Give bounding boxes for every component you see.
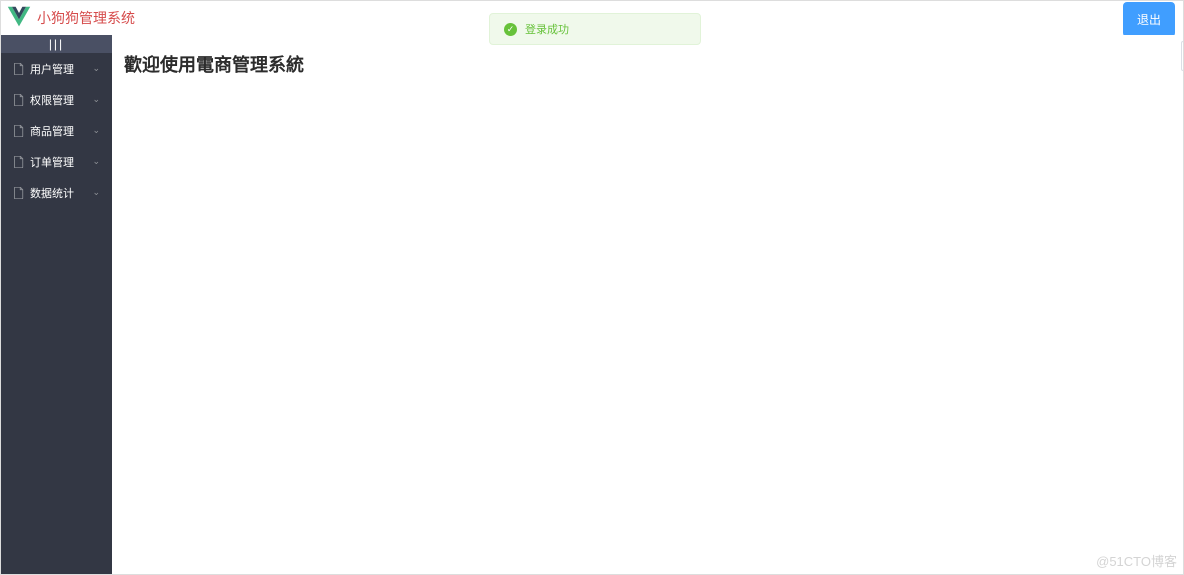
sidebar-item-permission[interactable]: 权限管理 ⌄ (1, 84, 112, 115)
chevron-down-icon: ⌄ (92, 187, 100, 198)
sidebar-item-order[interactable]: 订单管理 ⌄ (1, 146, 112, 177)
success-toast: ✓ 登录成功 (489, 13, 701, 45)
document-icon (14, 156, 24, 168)
sidebar: ||| 用户管理 ⌄ 权限管理 ⌄ 商品管理 ⌄ 订单 (1, 35, 112, 574)
document-icon (14, 63, 24, 75)
check-icon: ✓ (504, 23, 517, 36)
app-title: 小狗狗管理系统 (37, 8, 135, 28)
sidebar-collapse-button[interactable]: ||| (1, 35, 112, 53)
body-area: ||| 用户管理 ⌄ 权限管理 ⌄ 商品管理 ⌄ 订单 (1, 35, 1183, 574)
chevron-down-icon: ⌄ (92, 63, 100, 74)
drawer-handle[interactable] (1181, 41, 1183, 71)
sidebar-item-label: 数据统计 (30, 185, 74, 201)
sidebar-item-user[interactable]: 用户管理 ⌄ (1, 53, 112, 84)
sidebar-item-label: 权限管理 (30, 92, 74, 108)
sidebar-item-label: 用户管理 (30, 61, 74, 77)
vue-logo-icon (5, 4, 33, 32)
logout-button[interactable]: 退出 (1123, 2, 1175, 37)
watermark: @51CTO博客 (1096, 551, 1177, 570)
chevron-down-icon: ⌄ (92, 94, 100, 105)
sidebar-item-product[interactable]: 商品管理 ⌄ (1, 115, 112, 146)
sidebar-item-label: 商品管理 (30, 123, 74, 139)
sidebar-item-stats[interactable]: 数据统计 ⌄ (1, 177, 112, 208)
document-icon (14, 125, 24, 137)
sidebar-item-label: 订单管理 (30, 154, 74, 170)
welcome-title: 歡迎使用電商管理系統 (124, 51, 1171, 77)
chevron-down-icon: ⌄ (92, 125, 100, 136)
chevron-down-icon: ⌄ (92, 156, 100, 167)
toast-message: 登录成功 (525, 21, 569, 37)
document-icon (14, 187, 24, 199)
main-content: 歡迎使用電商管理系統 (112, 35, 1183, 574)
document-icon (14, 94, 24, 106)
